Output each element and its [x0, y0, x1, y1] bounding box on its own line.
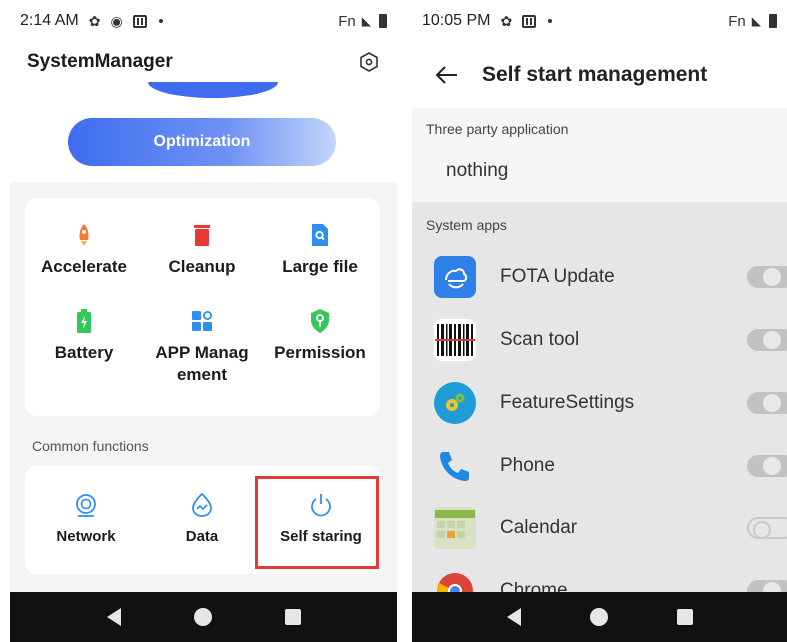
app-row-fota-update: FOTA Update: [412, 246, 787, 308]
tool-label: Permission: [274, 343, 366, 362]
calendar-icon: [434, 507, 476, 549]
battery-status-icon: [379, 14, 387, 28]
page-title: Self start management: [482, 63, 708, 86]
autostart-toggle[interactable]: [747, 266, 787, 288]
tools-card: Accelerate Cleanup Large file Battery AP…: [25, 198, 380, 416]
sim-icon: [522, 14, 537, 28]
back-nav-icon[interactable]: [506, 608, 521, 626]
third-party-empty-text: nothing: [446, 160, 509, 181]
fota-update-icon: [434, 256, 476, 298]
large-file-tool[interactable]: Large file: [261, 222, 379, 278]
system-manager-screen: 2:14 AM ✿ ◉ Fn ◣ SystemManager Optimizat…: [10, 0, 397, 642]
autostart-toggle[interactable]: [747, 455, 787, 477]
more-dot-icon: [158, 19, 163, 23]
app-name: FOTA Update: [500, 266, 615, 287]
fn-label: Fn: [338, 12, 356, 30]
app-name: FeatureSettings: [500, 392, 635, 413]
navigation-bar: [10, 592, 397, 642]
shield-key-icon: [309, 308, 331, 334]
autostart-toggle[interactable]: [747, 517, 787, 539]
back-arrow-icon[interactable]: [432, 60, 462, 90]
common-functions-label: Common functions: [32, 438, 149, 454]
status-time: 10:05 PM: [422, 12, 491, 29]
function-label: Network: [56, 528, 116, 545]
network-icon: [73, 492, 99, 518]
tool-label: Accelerate: [40, 257, 127, 276]
app-row-calendar: Calendar: [412, 497, 787, 559]
status-bar: 2:14 AM ✿ ◉ Fn ◣: [10, 0, 397, 42]
home-nav-icon[interactable]: [589, 608, 608, 626]
optimization-button[interactable]: Optimization: [68, 118, 336, 166]
recents-nav-icon[interactable]: [284, 609, 301, 625]
status-bar: 10:05 PM ✿ Fn ◣: [412, 0, 787, 42]
permission-tool[interactable]: Permission: [261, 308, 379, 364]
app-row-scan-tool: Scan tool: [412, 309, 787, 371]
phone-icon: [434, 445, 476, 487]
page-title: SystemManager: [27, 51, 173, 72]
status-time: 2:14 AM: [20, 12, 79, 29]
notification-icon: ◉: [110, 12, 123, 29]
data-icon: [189, 492, 215, 518]
scan-tool-icon: [434, 319, 476, 361]
settings-hex-icon[interactable]: [358, 51, 380, 73]
page-header: Self start management: [412, 42, 787, 108]
function-label: Data: [185, 528, 219, 545]
cleanup-tool[interactable]: Cleanup: [143, 222, 261, 278]
sim-icon: [132, 14, 147, 28]
trash-icon: [191, 222, 213, 248]
more-dot-icon: [548, 19, 553, 23]
battery-tool[interactable]: Battery: [25, 308, 143, 364]
third-party-label: Three party application: [426, 121, 569, 137]
accelerate-tool[interactable]: Accelerate: [25, 222, 143, 278]
system-apps-label: System apps: [426, 217, 507, 233]
app-header: SystemManager: [10, 42, 397, 82]
autostart-toggle[interactable]: [747, 329, 787, 351]
back-nav-icon[interactable]: [106, 608, 121, 626]
signal-icon: ◣: [751, 14, 761, 28]
self-start-management-screen: 10:05 PM ✿ Fn ◣ Self start management Th…: [412, 0, 787, 642]
battery-icon: [73, 308, 95, 334]
apps-grid-icon: [191, 308, 213, 334]
app-management-tool[interactable]: APP Manag ement: [143, 308, 261, 386]
feature-settings-icon: [434, 382, 476, 424]
gear-icon: ✿: [88, 12, 101, 29]
home-nav-icon[interactable]: [193, 608, 212, 626]
rocket-icon: [73, 222, 95, 248]
signal-icon: ◣: [361, 14, 371, 28]
battery-status-icon: [769, 14, 777, 28]
app-name: Calendar: [500, 517, 578, 538]
app-row-feature-settings: FeatureSettings: [412, 372, 787, 434]
gear-icon: ✿: [500, 12, 513, 29]
tool-label: APP Manag ement: [155, 343, 249, 384]
app-name: Scan tool: [500, 329, 580, 350]
tool-label: Large file: [282, 257, 358, 276]
file-search-icon: [309, 222, 331, 248]
tool-label: Cleanup: [168, 257, 236, 276]
app-name: Phone: [500, 455, 555, 476]
data-function[interactable]: Data: [143, 492, 261, 545]
screen-divider: [397, 0, 412, 642]
app-row-phone: Phone: [412, 435, 787, 497]
highlight-box: [255, 476, 379, 569]
fn-label: Fn: [728, 12, 746, 30]
autostart-toggle[interactable]: [747, 392, 787, 414]
recents-nav-icon[interactable]: [676, 609, 693, 625]
navigation-bar: [412, 592, 787, 642]
tool-label: Battery: [54, 343, 114, 362]
network-function[interactable]: Network: [27, 492, 145, 545]
